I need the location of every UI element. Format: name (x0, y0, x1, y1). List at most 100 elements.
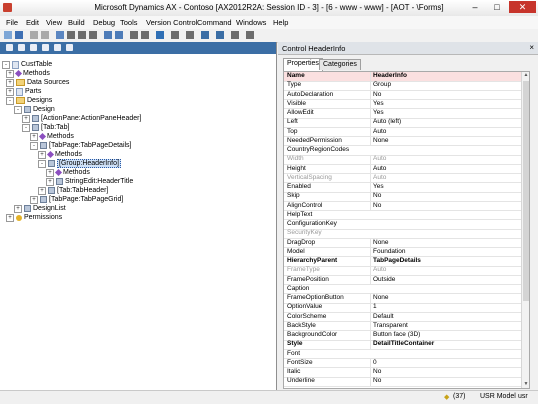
tab-categories[interactable]: Categories (319, 59, 361, 70)
expand-icon[interactable]: + (30, 195, 38, 204)
expand-icon[interactable]: + (46, 168, 54, 177)
property-row[interactable]: Width Auto (284, 155, 521, 165)
expand-icon[interactable]: + (30, 132, 38, 141)
property-value[interactable]: None (370, 136, 524, 146)
property-row[interactable]: Model Foundation (284, 247, 524, 258)
cut-icon[interactable] (67, 31, 75, 39)
expand-icon[interactable]: + (14, 204, 22, 213)
maximize-button[interactable]: □ (487, 1, 507, 13)
scroll-down-icon[interactable]: ▼ (523, 381, 529, 388)
property-row[interactable]: Enabled Yes (284, 183, 521, 193)
tree-node[interactable]: + StringEdit:HeaderTitle (46, 177, 133, 186)
copy-icon[interactable] (78, 31, 86, 39)
window-icon[interactable] (231, 31, 239, 39)
expand-icon[interactable]: + (46, 177, 54, 186)
tree-node[interactable]: - CustTable (2, 60, 52, 69)
debug-icon[interactable] (171, 31, 179, 39)
menu-version-control[interactable]: Version Control (146, 18, 197, 27)
property-row[interactable]: NeededPermission None (284, 136, 524, 147)
menu-view[interactable]: View (46, 18, 62, 27)
property-value[interactable]: Foundation (370, 247, 524, 257)
collapse-icon[interactable]: - (22, 123, 30, 132)
tree-node[interactable]: - [TabPage:TabPageDetails] (30, 141, 132, 150)
property-row[interactable]: Italic No (284, 368, 521, 378)
property-row[interactable]: AutoDeclaration No (284, 90, 524, 101)
tab-properties[interactable]: Properties (283, 58, 323, 71)
property-row[interactable]: OptionValue 1 (284, 303, 521, 313)
scroll-up-icon[interactable]: ▲ (523, 72, 529, 79)
menu-debug[interactable]: Debug (93, 18, 115, 27)
menu-tools[interactable]: Tools (120, 18, 138, 27)
menu-edit[interactable]: Edit (26, 18, 39, 27)
menu-windows[interactable]: Windows (236, 18, 266, 27)
expand-icon[interactable]: + (6, 87, 14, 96)
notification-icon[interactable]: ◆ (444, 393, 449, 401)
minimize-button[interactable]: – (465, 1, 485, 13)
property-value[interactable]: Default (370, 312, 524, 322)
property-row[interactable]: FontSize 0 (284, 358, 524, 369)
tree-node[interactable]: + Methods (38, 150, 82, 159)
property-value[interactable]: No (370, 368, 524, 377)
property-value[interactable]: Yes (370, 183, 524, 192)
property-value[interactable]: None (370, 294, 524, 303)
tree-node[interactable]: + Methods (30, 132, 74, 141)
property-value[interactable]: Auto (370, 173, 524, 183)
close-icon[interactable]: × (529, 43, 534, 52)
property-row[interactable]: BackStyle Transparent (284, 321, 524, 332)
property-row[interactable]: Font (284, 350, 521, 360)
property-value[interactable]: No (370, 90, 524, 100)
menu-build[interactable]: Build (68, 18, 85, 27)
property-row[interactable]: Left Auto (left) (284, 118, 521, 128)
property-row[interactable]: ColorScheme Default (284, 312, 524, 323)
property-value[interactable]: No (370, 377, 524, 386)
layout-icon[interactable] (216, 31, 224, 39)
property-row[interactable]: Caption (284, 285, 521, 295)
compile-element-icon[interactable] (54, 44, 61, 51)
property-value[interactable]: Transparent (370, 321, 524, 331)
run-icon[interactable] (156, 31, 164, 39)
expand-icon[interactable]: + (38, 186, 46, 195)
collapse-icon[interactable]: - (38, 159, 46, 168)
property-row[interactable]: Name HeaderInfo (284, 72, 521, 82)
redo-icon[interactable] (41, 31, 49, 39)
tree-node[interactable]: - Design (14, 105, 55, 114)
property-row[interactable]: Underline No (284, 377, 521, 387)
property-row[interactable]: FramePosition Outside (284, 275, 521, 286)
property-value[interactable]: Button face (3D) (370, 331, 524, 340)
tree-node[interactable]: + [TabPage:TabPageGrid] (30, 195, 123, 204)
property-row[interactable]: VerticalSpacing Auto (284, 173, 524, 184)
menu-command[interactable]: Command (197, 18, 232, 27)
property-value[interactable]: None (370, 238, 524, 248)
property-row[interactable]: Visible Yes (284, 99, 521, 110)
expand-icon[interactable]: + (6, 78, 14, 87)
notification-count[interactable]: (37) (453, 393, 465, 400)
property-value[interactable]: No (370, 201, 524, 211)
property-value[interactable]: HeaderInfo (370, 72, 524, 81)
property-row[interactable]: Skip No (284, 192, 521, 202)
property-row[interactable]: Height Auto (284, 164, 521, 175)
tree-node[interactable]: - [Tab:Tab] (22, 123, 69, 132)
paste-icon[interactable] (89, 31, 97, 39)
tree-node-selected[interactable]: - [Group:HeaderInfo] (38, 159, 121, 168)
property-scrollbar[interactable]: ▲ ▼ (521, 72, 529, 388)
property-row[interactable]: HelpText (284, 211, 521, 221)
save-icon[interactable] (15, 31, 23, 39)
edit-icon[interactable] (30, 44, 37, 51)
step-icon[interactable] (141, 31, 149, 39)
compile-icon[interactable] (56, 31, 64, 39)
close-button[interactable]: ✕ (509, 1, 536, 13)
property-value[interactable]: Auto (370, 127, 524, 137)
property-row[interactable]: AllowEdit Yes (284, 109, 521, 119)
property-value[interactable]: Auto (370, 266, 524, 275)
property-row[interactable]: Type Group (284, 81, 521, 91)
property-row[interactable]: Style DetailTitleContainer (284, 340, 521, 350)
tree-node[interactable]: + Parts (6, 87, 41, 96)
refresh-icon[interactable] (66, 44, 73, 51)
properties-pane-icon[interactable] (42, 44, 49, 51)
collapse-icon[interactable]: - (2, 60, 10, 69)
property-value[interactable]: Yes (370, 109, 524, 118)
tree-node[interactable]: + Methods (6, 69, 50, 78)
expand-icon[interactable]: + (22, 114, 30, 123)
property-value[interactable]: 0 (370, 358, 524, 368)
tree-node[interactable]: - Designs (6, 96, 52, 105)
